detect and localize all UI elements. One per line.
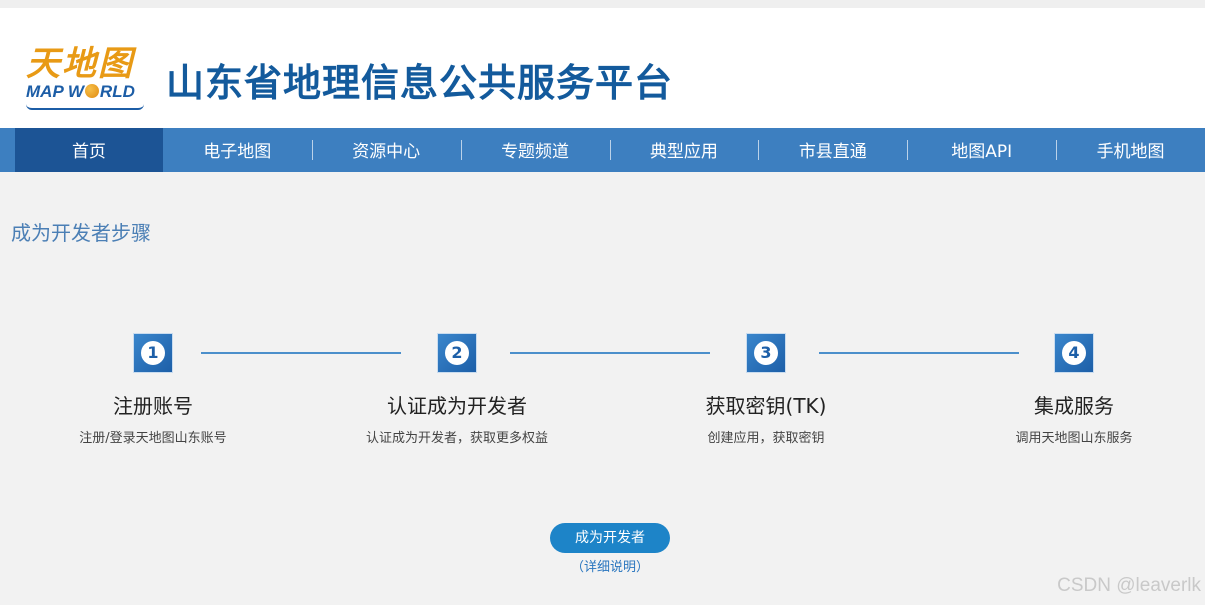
nav-item-home[interactable]: 首页 <box>15 128 163 172</box>
become-developer-button[interactable]: 成为开发者 <box>550 523 670 553</box>
nav-item-resource-center[interactable]: 资源中心 <box>311 128 461 172</box>
step-description: 创建应用，获取密钥 <box>707 431 825 446</box>
watermark: CSDN @leaverlk <box>1057 575 1201 596</box>
nav-item-city-county[interactable]: 市县直通 <box>758 128 907 172</box>
site-title: 山东省地理信息公共服务平台 <box>166 61 674 105</box>
nav-item-typical-apps[interactable]: 典型应用 <box>609 128 759 172</box>
step-title: 认证成为开发者 <box>387 394 527 418</box>
top-strip <box>0 0 1205 8</box>
step-number-badge: 3 <box>747 334 785 372</box>
logo-en-pre: MAP W <box>26 82 84 101</box>
step-number: 3 <box>754 341 778 365</box>
logo-english-text: MAP W RLD <box>26 82 135 102</box>
step-title: 获取密钥(TK) <box>705 394 827 418</box>
step-description: 认证成为开发者，获取更多权益 <box>365 431 548 446</box>
step-register: 1 注册账号 注册/登录天地图山东账号 <box>33 334 273 446</box>
nav-item-map-api[interactable]: 地图API <box>907 128 1056 172</box>
step-title: 集成服务 <box>1034 394 1114 418</box>
logo-swoosh <box>26 104 144 110</box>
step-integrate: 4 集成服务 调用天地图山东服务 <box>954 334 1194 446</box>
section-title: 成为开发者步骤 <box>11 221 151 245</box>
mapworld-logo[interactable]: 天地图 MAP W RLD <box>24 36 146 112</box>
logo-en-post: RLD <box>99 82 135 101</box>
detail-link[interactable]: （详细说明） <box>550 556 670 575</box>
nav-item-electronic-map[interactable]: 电子地图 <box>163 128 312 172</box>
step-number: 1 <box>141 341 165 365</box>
site-header: 天地图 MAP W RLD 山东省地理信息公共服务平台 <box>0 8 1205 128</box>
step-title: 注册账号 <box>113 394 193 418</box>
step-certify: 2 认证成为开发者 认证成为开发者，获取更多权益 <box>337 334 577 446</box>
step-description: 注册/登录天地图山东账号 <box>79 431 227 446</box>
logo-chinese-text: 天地图 <box>26 44 134 84</box>
globe-icon <box>84 84 99 98</box>
step-number-badge: 1 <box>134 334 172 372</box>
step-number-badge: 4 <box>1055 334 1093 372</box>
nav-item-mobile-map[interactable]: 手机地图 <box>1056 128 1205 172</box>
step-number-badge: 2 <box>438 334 476 372</box>
step-description: 调用天地图山东服务 <box>1015 431 1133 446</box>
step-number: 2 <box>445 341 469 365</box>
step-get-key: 3 获取密钥(TK) 创建应用，获取密钥 <box>646 334 886 446</box>
main-nav: 首页 电子地图 资源中心 专题频道 典型应用 市县直通 地图API 手机地图 <box>0 128 1205 172</box>
step-number: 4 <box>1062 341 1086 365</box>
nav-item-topic-channel[interactable]: 专题频道 <box>460 128 610 172</box>
